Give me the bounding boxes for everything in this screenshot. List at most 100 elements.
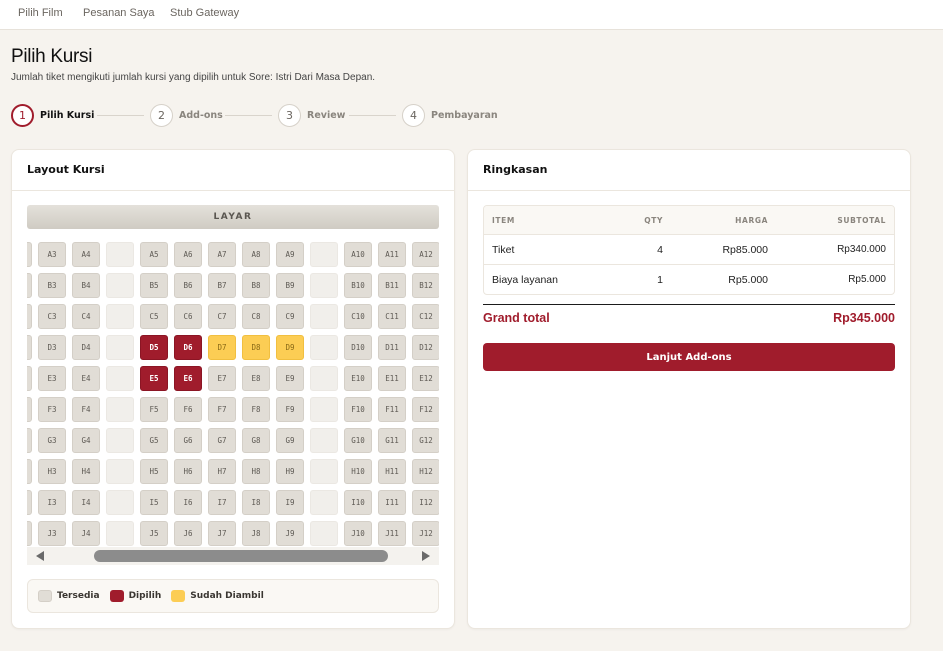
scrollbar-thumb[interactable] xyxy=(94,550,388,562)
seat-g8[interactable]: G8 xyxy=(242,428,270,453)
seat-e3[interactable]: E3 xyxy=(38,366,66,391)
seat-partial[interactable] xyxy=(27,397,32,422)
seat-a3[interactable]: A3 xyxy=(38,242,66,267)
seat-c4[interactable]: C4 xyxy=(72,304,100,329)
seat-j5[interactable]: J5 xyxy=(140,521,168,546)
seat-b6[interactable]: B6 xyxy=(174,273,202,298)
seat-e5[interactable]: E5 xyxy=(140,366,168,391)
seat-c6[interactable]: C6 xyxy=(174,304,202,329)
step-pembayaran[interactable]: 4 Pembayaran xyxy=(402,104,498,127)
seat-a9[interactable]: A9 xyxy=(276,242,304,267)
seat-f7[interactable]: F7 xyxy=(208,397,236,422)
seat-j9[interactable]: J9 xyxy=(276,521,304,546)
seat-e6[interactable]: E6 xyxy=(174,366,202,391)
seat-h7[interactable]: H7 xyxy=(208,459,236,484)
seat-h5[interactable]: H5 xyxy=(140,459,168,484)
seat-i3[interactable]: I3 xyxy=(38,490,66,515)
seat-partial[interactable] xyxy=(27,428,32,453)
seat-c11[interactable]: C11 xyxy=(378,304,406,329)
seat-grid[interactable]: A3 A4 A5 A6 A7 A8 A9 A10 A11 A12 B3 B4 B5 B6 B7 B8 B9 B10… xyxy=(27,237,439,547)
seat-c7[interactable]: C7 xyxy=(208,304,236,329)
seat-c10[interactable]: C10 xyxy=(344,304,372,329)
seat-i6[interactable]: I6 xyxy=(174,490,202,515)
seat-a5[interactable]: A5 xyxy=(140,242,168,267)
seat-b10[interactable]: B10 xyxy=(344,273,372,298)
seat-a4[interactable]: A4 xyxy=(72,242,100,267)
seat-f3[interactable]: F3 xyxy=(38,397,66,422)
seat-g12[interactable]: G12 xyxy=(412,428,439,453)
seat-j11[interactable]: J11 xyxy=(378,521,406,546)
seat-h3[interactable]: H3 xyxy=(38,459,66,484)
seat-g5[interactable]: G5 xyxy=(140,428,168,453)
seat-f4[interactable]: F4 xyxy=(72,397,100,422)
seat-a12[interactable]: A12 xyxy=(412,242,439,267)
seat-g6[interactable]: G6 xyxy=(174,428,202,453)
seat-g11[interactable]: G11 xyxy=(378,428,406,453)
seat-f5[interactable]: F5 xyxy=(140,397,168,422)
seat-i7[interactable]: I7 xyxy=(208,490,236,515)
seat-g9[interactable]: G9 xyxy=(276,428,304,453)
seat-d12[interactable]: D12 xyxy=(412,335,439,360)
seat-h11[interactable]: H11 xyxy=(378,459,406,484)
seat-f9[interactable]: F9 xyxy=(276,397,304,422)
seat-a7[interactable]: A7 xyxy=(208,242,236,267)
seat-grid-scrollbar[interactable] xyxy=(27,547,439,565)
seat-i10[interactable]: I10 xyxy=(344,490,372,515)
seat-partial[interactable] xyxy=(27,490,32,515)
seat-e12[interactable]: E12 xyxy=(412,366,439,391)
seat-c3[interactable]: C3 xyxy=(38,304,66,329)
seat-c12[interactable]: C12 xyxy=(412,304,439,329)
seat-g10[interactable]: G10 xyxy=(344,428,372,453)
seat-i9[interactable]: I9 xyxy=(276,490,304,515)
seat-h6[interactable]: H6 xyxy=(174,459,202,484)
seat-j8[interactable]: J8 xyxy=(242,521,270,546)
step-review[interactable]: 3 Review xyxy=(278,104,345,127)
seat-d3[interactable]: D3 xyxy=(38,335,66,360)
nav-pesanan-saya[interactable]: Pesanan Saya xyxy=(83,7,155,19)
seat-e9[interactable]: E9 xyxy=(276,366,304,391)
seat-a10[interactable]: A10 xyxy=(344,242,372,267)
seat-d10[interactable]: D10 xyxy=(344,335,372,360)
seat-b5[interactable]: B5 xyxy=(140,273,168,298)
seat-h8[interactable]: H8 xyxy=(242,459,270,484)
nav-stub-gateway[interactable]: Stub Gateway xyxy=(170,7,239,19)
seat-d4[interactable]: D4 xyxy=(72,335,100,360)
seat-partial[interactable] xyxy=(27,521,32,546)
seat-h10[interactable]: H10 xyxy=(344,459,372,484)
seat-j10[interactable]: J10 xyxy=(344,521,372,546)
seat-e7[interactable]: E7 xyxy=(208,366,236,391)
seat-j4[interactable]: J4 xyxy=(72,521,100,546)
seat-j6[interactable]: J6 xyxy=(174,521,202,546)
seat-h12[interactable]: H12 xyxy=(412,459,439,484)
seat-partial[interactable] xyxy=(27,304,32,329)
triangle-left-icon[interactable] xyxy=(36,551,44,561)
seat-d11[interactable]: D11 xyxy=(378,335,406,360)
seat-c5[interactable]: C5 xyxy=(140,304,168,329)
step-pilih-kursi[interactable]: 1 Pilih Kursi xyxy=(11,104,94,127)
seat-e4[interactable]: E4 xyxy=(72,366,100,391)
seat-c9[interactable]: C9 xyxy=(276,304,304,329)
seat-e8[interactable]: E8 xyxy=(242,366,270,391)
seat-f10[interactable]: F10 xyxy=(344,397,372,422)
seat-e10[interactable]: E10 xyxy=(344,366,372,391)
seat-f6[interactable]: F6 xyxy=(174,397,202,422)
seat-partial[interactable] xyxy=(27,459,32,484)
seat-b12[interactable]: B12 xyxy=(412,273,439,298)
seat-d5[interactable]: D5 xyxy=(140,335,168,360)
seat-h4[interactable]: H4 xyxy=(72,459,100,484)
seat-h9[interactable]: H9 xyxy=(276,459,304,484)
seat-partial[interactable] xyxy=(27,366,32,391)
seat-g3[interactable]: G3 xyxy=(38,428,66,453)
seat-f11[interactable]: F11 xyxy=(378,397,406,422)
seat-b4[interactable]: B4 xyxy=(72,273,100,298)
seat-a8[interactable]: A8 xyxy=(242,242,270,267)
seat-f8[interactable]: F8 xyxy=(242,397,270,422)
seat-j3[interactable]: J3 xyxy=(38,521,66,546)
seat-i12[interactable]: I12 xyxy=(412,490,439,515)
seat-j12[interactable]: J12 xyxy=(412,521,439,546)
seat-i11[interactable]: I11 xyxy=(378,490,406,515)
step-add-ons[interactable]: 2 Add-ons xyxy=(150,104,223,127)
seat-e11[interactable]: E11 xyxy=(378,366,406,391)
nav-pilih-film[interactable]: Pilih Film xyxy=(18,7,63,19)
seat-a11[interactable]: A11 xyxy=(378,242,406,267)
